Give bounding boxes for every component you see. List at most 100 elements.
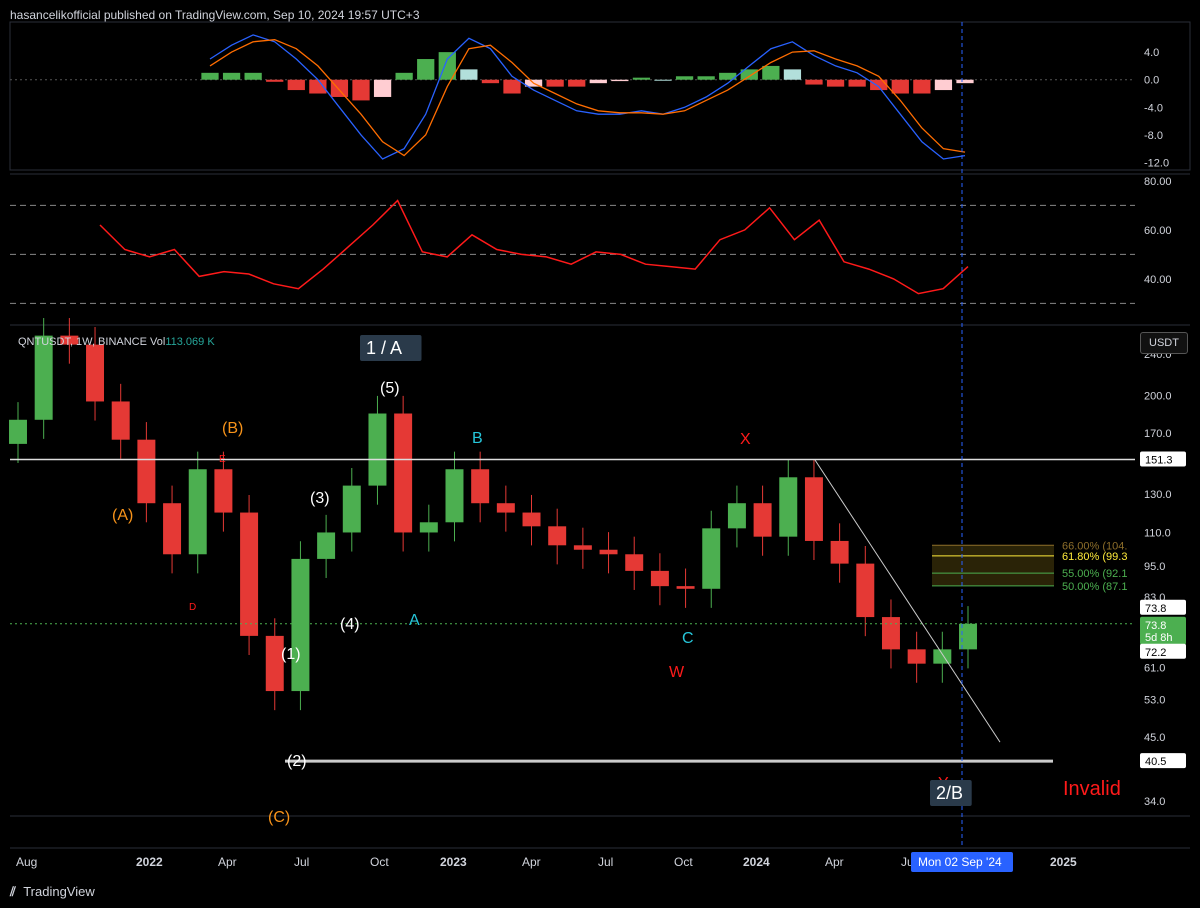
macd-pane: 4.0 0.0 -4.0 -8.0 -12.0 (10, 34, 1169, 169)
wave-label: Invalid (1063, 778, 1121, 800)
price-tick-label: 45.0 (1144, 732, 1165, 744)
macd-histogram-bar (201, 72, 219, 80)
candle-body (881, 617, 900, 650)
candle-body (34, 335, 53, 420)
candle-body (368, 413, 387, 486)
candle-body (394, 413, 413, 533)
price-tick-label: 200.0 (1144, 391, 1172, 403)
macd-tick-label: 0.0 (1144, 75, 1159, 87)
candle-body (291, 558, 310, 692)
macd-histogram-bar (244, 72, 262, 80)
macd-histogram-bar (697, 76, 715, 80)
time-tick-label: Oct (674, 855, 693, 869)
candle-body (240, 512, 259, 636)
wave-label: (3) (310, 490, 330, 507)
downtrend-line (814, 459, 1001, 743)
macd-tick-label: -12.0 (1144, 157, 1169, 169)
candle-body (625, 554, 644, 571)
macd-histogram-bar (675, 76, 694, 80)
chart-canvas[interactable]: 4.00.0-4.0-8.0-12.0 80.0060.0040.00 66.0… (0, 0, 1200, 908)
candle-body (573, 545, 592, 550)
macd-histogram-bar (913, 79, 931, 94)
volume-label: Vol (150, 336, 166, 348)
macd-histogram-bar (222, 72, 241, 80)
candle-body (779, 477, 798, 537)
macd-histogram-bar (568, 79, 586, 87)
time-tick-label: Aug (16, 855, 37, 869)
candle-body (599, 549, 618, 555)
candle-body (111, 401, 130, 440)
wave-label: (2) (287, 753, 307, 770)
wave-label: 1 / A (366, 338, 402, 358)
candle-body (445, 469, 464, 523)
wave-label: D (189, 602, 196, 613)
price-tick-label: 95.0 (1144, 561, 1165, 573)
wave-label: (B) (222, 420, 243, 437)
macd-tick-label: -4.0 (1144, 102, 1163, 114)
axes: Aug 2022 Apr Jul Oct 2023 Apr Jul Oct 2024 Apr Ju 20… (16, 852, 1077, 872)
currency-button[interactable]: USDT (1140, 332, 1188, 354)
wave-label: (A) (112, 507, 133, 524)
wave-label: W (669, 664, 685, 681)
candle-body (163, 503, 182, 555)
candle-body (342, 485, 361, 533)
candle-body (214, 469, 233, 513)
current-price-badge-value: 73.8 (1145, 620, 1166, 632)
wave-label: B (472, 430, 483, 447)
candle-body (650, 570, 669, 587)
macd-histogram-bar (266, 79, 284, 82)
price-tick-label: 130.0 (1144, 489, 1172, 501)
chart-frame: hasancelikofficial published on TradingV… (0, 0, 1200, 908)
current-price-label: 73.8 (1145, 603, 1166, 615)
candle-body (265, 635, 284, 692)
macd-tick-label: 4.0 (1144, 47, 1159, 59)
wave-label: E (219, 454, 226, 465)
macd-histogram-bar (826, 79, 845, 87)
resistance-price-label: 151.3 (1145, 455, 1173, 467)
macd-histogram-bar (287, 79, 305, 91)
candle-body (907, 649, 926, 664)
rsi-pane: 80.00 60.00 40.00 (10, 176, 1172, 304)
time-tick-label: Jul (294, 855, 309, 869)
macd-histogram-bar (460, 69, 478, 80)
symbol-name: QNTUSDT, 1W, BINANCE (18, 336, 147, 348)
macd-histogram-bar (395, 72, 413, 80)
macd-histogram-bar (762, 65, 780, 80)
volume-value: 113.069 K (165, 336, 215, 348)
candle-body (419, 522, 438, 533)
time-tick-label: 2024 (743, 855, 770, 869)
macd-tick-label: -8.0 (1144, 130, 1163, 142)
macd-fast-line (209, 34, 966, 160)
wave-label: C (682, 630, 694, 647)
macd-histogram-bar (956, 79, 974, 84)
symbol-legend: QNTUSDT, 1W, BINANCE Vol113.069 K (18, 336, 215, 348)
candle-body (727, 503, 746, 529)
candle-body (804, 477, 823, 541)
candle-body (753, 503, 772, 537)
macd-signal-line (209, 39, 966, 157)
rsi-line (99, 199, 969, 295)
candle-body (522, 512, 541, 527)
candle-body (830, 540, 849, 564)
price-tick-label: 170.0 (1144, 428, 1172, 440)
candle-body (9, 419, 27, 444)
candle-body (137, 439, 156, 504)
macd-histogram-bar (481, 79, 500, 84)
candle-body (548, 526, 567, 546)
candle-body (471, 469, 490, 504)
candle-body (317, 532, 336, 559)
rsi-tick-label: 80.00 (1144, 176, 1172, 188)
macd-pane-border (9, 21, 1191, 171)
wave-label: (C) (268, 809, 290, 826)
macd-histogram-bar (632, 77, 651, 80)
time-tick-label: Jul (598, 855, 613, 869)
macd-histogram-bar (934, 79, 953, 91)
macd-histogram-bar (891, 79, 909, 94)
fib-zone (932, 545, 1054, 586)
candle-countdown: 5d 8h (1145, 632, 1173, 644)
candle-body (676, 586, 695, 589)
wave-label: (1) (281, 646, 301, 663)
fib-label: 61.80% (99.3 (1062, 551, 1127, 563)
macd-histogram-bar (352, 79, 370, 101)
wave-label: A (409, 612, 420, 629)
